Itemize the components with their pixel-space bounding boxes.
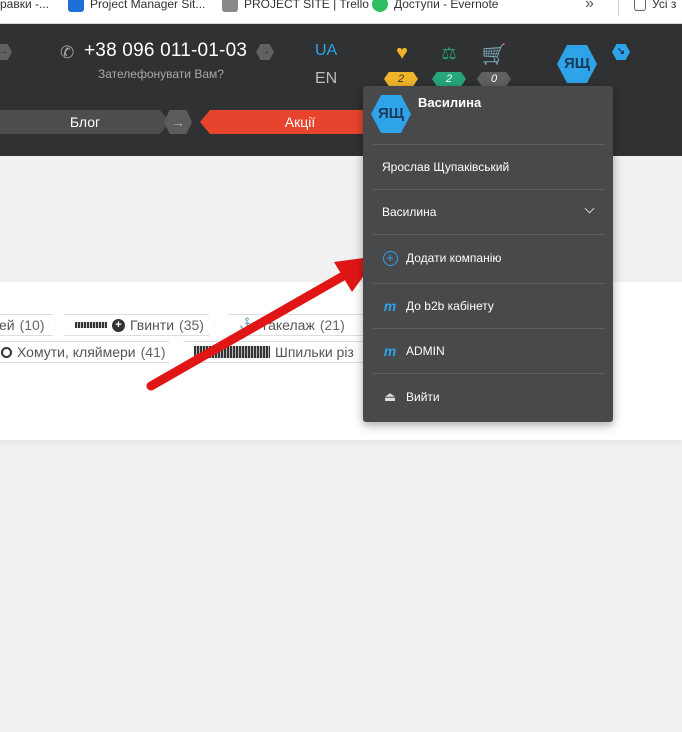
cart-icon[interactable]: 🛒	[479, 42, 509, 67]
phone-number[interactable]: +38 096 011-01-03	[84, 40, 247, 62]
arrow-right-icon[interactable]: →	[0, 44, 12, 60]
more-bookmarks-button[interactable]: »	[585, 0, 594, 13]
category-chip[interactable]: + Гвинти (35)	[64, 314, 215, 336]
compare-scales-icon[interactable]: ⚖	[434, 44, 464, 64]
category-chip[interactable]: ⚓ Такелаж (21)	[228, 314, 378, 336]
brand-m-icon: m	[383, 343, 397, 359]
lang-ua[interactable]: UA	[315, 42, 337, 60]
category-label: Хомути, кляймери	[17, 344, 136, 360]
admin-label: ADMIN	[406, 344, 445, 358]
add-circle-icon: +	[382, 250, 398, 266]
nav-blog[interactable]: Блог	[0, 110, 170, 134]
bookmark-item[interactable]: Project Manager Sit...	[68, 0, 205, 14]
other-bookmarks-label: Усі з	[652, 0, 677, 11]
dropdown-user-name: Василина	[418, 95, 482, 110]
cart-count-badge: 0	[477, 72, 511, 86]
divider	[373, 234, 605, 235]
category-label: ей	[0, 317, 15, 333]
logout-label: Вийти	[406, 390, 440, 404]
lang-en[interactable]: EN	[315, 70, 337, 88]
compare-count-badge: 2	[432, 72, 466, 86]
brand-m-icon: m	[383, 298, 397, 314]
b2b-cabinet-link[interactable]: m До b2b кабінету	[363, 284, 613, 328]
bookmarks-divider	[618, 0, 619, 16]
category-chip[interactable]: Хомути, кляймери (41)	[0, 341, 177, 363]
add-company-button[interactable]: + Додати компанію	[363, 236, 613, 280]
arrow-right-icon[interactable]: →	[164, 110, 192, 134]
bookmark-item[interactable]: равки -...	[0, 0, 49, 14]
arrow-right-icon[interactable]: →	[256, 44, 274, 60]
full-name-label: Ярослав Щупаківський	[382, 160, 510, 174]
callback-link[interactable]: Зателефонувати Вам?	[98, 67, 224, 81]
category-chip[interactable]: Шпильки різ	[183, 341, 383, 363]
category-count: (41)	[140, 344, 166, 360]
favorites-heart-icon[interactable]: ♥	[387, 42, 417, 65]
chevron-down-icon	[584, 203, 595, 214]
bookmark-item[interactable]: PROJECT SITE | Trello	[222, 0, 369, 14]
category-count: (35)	[179, 317, 204, 333]
bookmark-label: Project Manager Sit...	[90, 0, 206, 11]
category-count: (10)	[19, 317, 45, 333]
category-count: (21)	[319, 317, 345, 333]
folder-icon	[634, 0, 646, 11]
user-dropdown-menu: ЯЩ Василина Ярослав Щупаківський Василин…	[363, 86, 613, 422]
chevron-down-icon[interactable]: ↘	[612, 44, 630, 60]
bookmark-item[interactable]: Доступи - Evernote	[372, 0, 498, 14]
user-avatar[interactable]: ЯЩ	[557, 45, 597, 83]
add-company-label: Додати компанію	[406, 251, 502, 265]
logout-button[interactable]: ⏏ Вийти	[363, 375, 613, 419]
company-select[interactable]: Василина	[363, 190, 613, 234]
nav-blog-label: Блог	[69, 114, 101, 130]
b2b-label: До b2b кабінету	[406, 299, 494, 313]
bookmark-label: равки -...	[0, 0, 50, 11]
category-label: Такелаж	[260, 317, 315, 333]
logout-icon: ⏏	[383, 389, 397, 404]
threaded-rod-icon	[194, 346, 270, 358]
bookmarks-bar: равки -... Project Manager Sit... PROJEC…	[0, 0, 682, 24]
other-bookmarks[interactable]: Усі з	[634, 0, 676, 14]
plus-icon: +	[112, 318, 125, 332]
category-chip[interactable]: ей (10)	[0, 314, 56, 336]
category-label: Шпильки різ	[275, 344, 354, 360]
phone-icon: ✆	[60, 43, 75, 62]
dropdown-avatar: ЯЩ	[371, 95, 411, 133]
clamp-icon	[1, 346, 12, 358]
company-label: Василина	[382, 205, 437, 219]
screw-icon	[75, 322, 107, 328]
favorites-count-badge: 2	[384, 72, 418, 86]
rigging-icon: ⚓	[239, 317, 256, 332]
nav-promo-label: Акції	[284, 114, 316, 130]
category-label: Гвинти	[130, 317, 175, 333]
evernote-icon	[372, 0, 388, 12]
bookmark-label: Доступи - Evernote	[394, 0, 499, 11]
dropdown-full-name[interactable]: Ярослав Щупаківський	[363, 145, 613, 189]
project-manager-icon	[68, 0, 84, 12]
admin-link[interactable]: m ADMIN	[363, 329, 613, 373]
bookmark-label: PROJECT SITE | Trello	[244, 0, 369, 11]
trello-icon	[222, 0, 238, 12]
divider	[373, 373, 605, 374]
